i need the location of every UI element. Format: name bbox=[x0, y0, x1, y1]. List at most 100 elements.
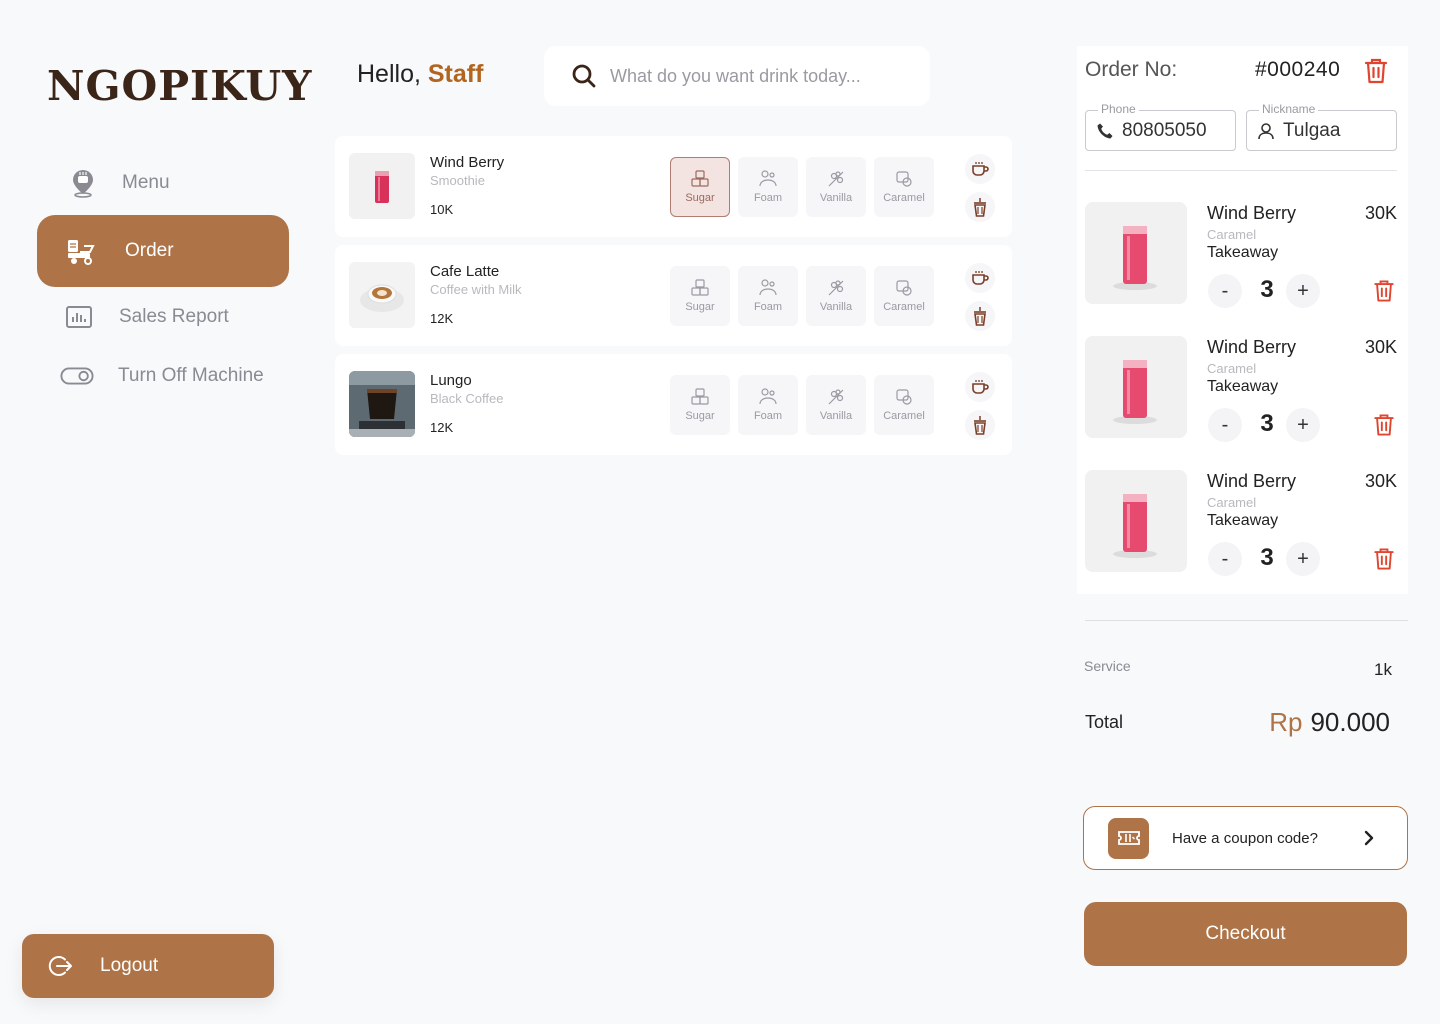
toggle-icon bbox=[60, 359, 94, 393]
decrease-quantity-button[interactable]: - bbox=[1208, 408, 1242, 442]
addon-vanilla[interactable]: Vanilla bbox=[806, 375, 866, 435]
trash-icon bbox=[1374, 548, 1394, 570]
addon-foam[interactable]: Foam bbox=[738, 266, 798, 326]
service-label: Service bbox=[1084, 658, 1131, 674]
cart-item-image bbox=[1085, 202, 1187, 304]
addon-vanilla[interactable]: Vanilla bbox=[806, 157, 866, 217]
cart-item: Wind Berry 30K Caramel Takeaway - 3 + bbox=[1085, 336, 1401, 446]
product-image bbox=[349, 153, 415, 219]
product-name: Wind Berry bbox=[430, 154, 505, 171]
clear-order-button[interactable] bbox=[1361, 56, 1391, 86]
phone-label: Phone bbox=[1098, 102, 1139, 116]
addon-label: Caramel bbox=[883, 192, 925, 204]
addon-sugar[interactable]: Sugar bbox=[670, 375, 730, 435]
addon-caramel[interactable]: Caramel bbox=[874, 157, 934, 217]
coupon-button[interactable]: Have a coupon code? bbox=[1083, 806, 1408, 870]
search-bar[interactable] bbox=[544, 46, 930, 106]
addon-foam[interactable]: Foam bbox=[738, 375, 798, 435]
logout-button[interactable]: Logout bbox=[22, 934, 274, 998]
product-name: Cafe Latte bbox=[430, 263, 500, 280]
product-subtitle: Coffee with Milk bbox=[430, 282, 522, 297]
sidebar-item-sales-report[interactable]: Sales Report bbox=[62, 300, 229, 334]
cart-item-name: Wind Berry bbox=[1207, 471, 1297, 491]
sidebar-item-label: Order bbox=[125, 240, 174, 261]
hot-cup-icon bbox=[972, 162, 989, 176]
decrease-quantity-button[interactable]: - bbox=[1208, 542, 1242, 576]
hot-cup-icon bbox=[972, 271, 989, 285]
addon-label: Foam bbox=[753, 192, 783, 204]
sidebar-item-menu[interactable]: Menu bbox=[66, 166, 170, 200]
cart-item: Wind Berry 30K Caramel Takeaway - 3 + bbox=[1085, 202, 1401, 312]
nickname-input[interactable] bbox=[1283, 119, 1393, 142]
total-currency: Rp bbox=[1269, 707, 1303, 737]
addon-label: Sugar bbox=[685, 192, 715, 204]
cart-item-image bbox=[1085, 470, 1187, 572]
product-subtitle: Smoothie bbox=[430, 173, 485, 188]
cart-item-variant: Caramel bbox=[1207, 227, 1257, 242]
hot-cup-icon bbox=[972, 380, 989, 394]
phone-input[interactable] bbox=[1122, 119, 1232, 142]
addon-sugar[interactable]: Sugar bbox=[670, 266, 730, 326]
phone-field[interactable]: Phone bbox=[1085, 102, 1236, 151]
takeaway-cup-button[interactable] bbox=[965, 410, 995, 440]
product-price: 12K bbox=[430, 420, 454, 435]
takeaway-cup-icon bbox=[974, 307, 986, 326]
order-number: #000240 bbox=[1255, 58, 1341, 81]
sidebar-item-order[interactable]: Order bbox=[37, 215, 289, 287]
cart-item: Wind Berry 30K Caramel Takeaway - 3 + bbox=[1085, 470, 1401, 580]
product-card[interactable]: Lungo Black Coffee 12K Sugar Foam Vanill… bbox=[335, 354, 1012, 455]
addon-vanilla[interactable]: Vanilla bbox=[806, 266, 866, 326]
sugar-cubes-icon bbox=[691, 170, 709, 187]
addon-label: Vanilla bbox=[819, 410, 853, 422]
sugar-cubes-icon bbox=[691, 388, 709, 405]
remove-item-button[interactable] bbox=[1371, 412, 1397, 438]
cart-item-type: Takeaway bbox=[1207, 512, 1279, 529]
cart-item-type: Takeaway bbox=[1207, 378, 1279, 395]
cart-item-price: 30K bbox=[1364, 203, 1397, 223]
addon-sugar[interactable]: Sugar bbox=[670, 157, 730, 217]
user-icon bbox=[1257, 121, 1277, 141]
dine-in-cup-button[interactable] bbox=[965, 263, 995, 293]
increase-quantity-button[interactable]: + bbox=[1286, 542, 1320, 576]
coupon-label: Have a coupon code? bbox=[1172, 829, 1318, 847]
vanilla-flower-icon bbox=[828, 280, 844, 296]
addon-caramel[interactable]: Caramel bbox=[874, 375, 934, 435]
product-card[interactable]: Wind Berry Smoothie 10K Sugar Foam Vanil… bbox=[335, 136, 1012, 237]
addon-label: Caramel bbox=[883, 301, 925, 313]
addon-caramel[interactable]: Caramel bbox=[874, 266, 934, 326]
trash-icon bbox=[1374, 414, 1394, 436]
addon-foam[interactable]: Foam bbox=[738, 157, 798, 217]
takeaway-cup-button[interactable] bbox=[965, 192, 995, 222]
product-name: Lungo bbox=[430, 372, 472, 389]
product-card[interactable]: Cafe Latte Coffee with Milk 12K Sugar Fo… bbox=[335, 245, 1012, 346]
dine-in-cup-button[interactable] bbox=[965, 372, 995, 402]
increase-quantity-button[interactable]: + bbox=[1286, 274, 1320, 308]
remove-item-button[interactable] bbox=[1371, 546, 1397, 572]
search-input[interactable] bbox=[610, 65, 910, 87]
decrease-quantity-button[interactable]: - bbox=[1208, 274, 1242, 308]
addon-label: Vanilla bbox=[819, 192, 853, 204]
cart-item-variant: Caramel bbox=[1207, 495, 1257, 510]
cart-item-quantity: 3 bbox=[1260, 276, 1274, 303]
cart-item-quantity: 3 bbox=[1260, 410, 1274, 437]
dine-in-cup-button[interactable] bbox=[965, 154, 995, 184]
takeaway-cup-button[interactable] bbox=[965, 301, 995, 331]
checkout-button[interactable]: Checkout bbox=[1084, 902, 1407, 966]
nickname-field[interactable]: Nickname bbox=[1246, 102, 1397, 151]
increase-quantity-button[interactable]: + bbox=[1286, 408, 1320, 442]
trash-icon bbox=[1374, 280, 1394, 302]
cart-item-image bbox=[1085, 336, 1187, 438]
takeaway-cup-icon bbox=[974, 198, 986, 217]
addon-label: Foam bbox=[753, 301, 783, 313]
foam-bubbles-icon bbox=[759, 279, 777, 296]
order-number-label: Order No: bbox=[1085, 58, 1178, 81]
remove-item-button[interactable] bbox=[1371, 278, 1397, 304]
cart-item-price: 30K bbox=[1364, 337, 1397, 357]
service-value: 1k bbox=[1374, 660, 1392, 679]
addon-label: Vanilla bbox=[819, 301, 853, 313]
foam-bubbles-icon bbox=[759, 388, 777, 405]
total-label: Total bbox=[1085, 712, 1124, 732]
product-price: 10K bbox=[430, 202, 454, 217]
logout-label: Logout bbox=[100, 955, 159, 976]
sidebar-item-turn-off-machine[interactable]: Turn Off Machine bbox=[60, 359, 264, 393]
